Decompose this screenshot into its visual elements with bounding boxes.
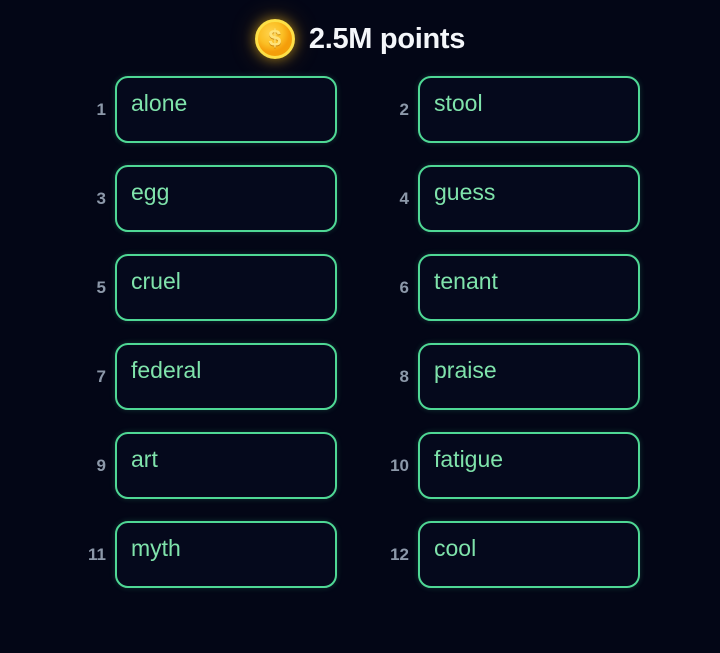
word-index-11: 11 [88,545,106,564]
word-row: 7 federal 8 praise [80,343,640,410]
word-index-5: 5 [96,278,106,297]
word-row: 11 myth 12 cool [80,521,640,588]
word-index-1: 1 [96,100,106,119]
word-row: 9 art 10 fatigue [80,432,640,499]
word-text-9: art [131,446,158,472]
word-text-8: praise [434,357,497,383]
word-card-1[interactable]: alone [115,76,337,143]
word-text-3: egg [131,179,170,205]
word-index-8: 8 [399,367,409,386]
word-cell-10: 10 fatigue [383,432,640,499]
word-text-7: federal [131,357,202,383]
word-row: 3 egg 4 guess [80,165,640,232]
word-card-5[interactable]: cruel [115,254,337,321]
word-cell-5: 5 cruel [80,254,337,321]
dollar-coin-icon: $ [254,19,295,59]
word-row: 1 alone 2 stool [80,76,640,143]
word-card-2[interactable]: stool [418,76,640,143]
word-cell-6: 6 tenant [383,254,640,321]
word-row: 5 cruel 6 tenant [80,254,640,321]
word-cell-8: 8 praise [383,343,640,410]
word-card-12[interactable]: cool [418,521,640,588]
word-index-2: 2 [399,100,409,119]
word-text-11: myth [131,535,181,561]
word-card-7[interactable]: federal [115,343,337,410]
word-cell-12: 12 cool [383,521,640,588]
dollar-sign-glyph: $ [268,25,282,51]
word-cell-9: 9 art [80,432,337,499]
word-index-10: 10 [390,456,409,475]
word-card-8[interactable]: praise [418,343,640,410]
word-text-10: fatigue [434,446,504,472]
word-cell-7: 7 federal [80,343,337,410]
word-card-9[interactable]: art [115,432,337,499]
word-index-9: 9 [96,456,106,475]
word-cell-11: 11 myth [80,521,337,588]
word-cell-4: 4 guess [383,165,640,232]
word-index-7: 7 [96,367,106,386]
word-index-12: 12 [390,545,409,564]
word-text-12: cool [434,535,477,561]
word-cell-1: 1 alone [80,76,337,143]
word-text-2: stool [434,90,483,116]
word-cell-2: 2 stool [383,76,640,143]
word-card-4[interactable]: guess [418,165,640,232]
word-card-3[interactable]: egg [115,165,337,232]
word-index-6: 6 [399,278,409,297]
word-index-4: 4 [399,189,409,208]
word-card-11[interactable]: myth [115,521,337,588]
word-index-3: 3 [96,189,106,208]
word-text-1: alone [131,90,188,116]
points-header: $ 2.5M points [0,0,720,76]
word-card-10[interactable]: fatigue [418,432,640,499]
word-text-6: tenant [434,268,498,294]
word-cell-3: 3 egg [80,165,337,232]
word-text-5: cruel [131,268,181,294]
points-label: 2.5M points [308,22,466,55]
word-card-6[interactable]: tenant [418,254,640,321]
word-text-4: guess [434,179,496,205]
word-board: 1 alone 2 stool 3 egg 4 guess 5 cruel 6 … [0,76,720,588]
